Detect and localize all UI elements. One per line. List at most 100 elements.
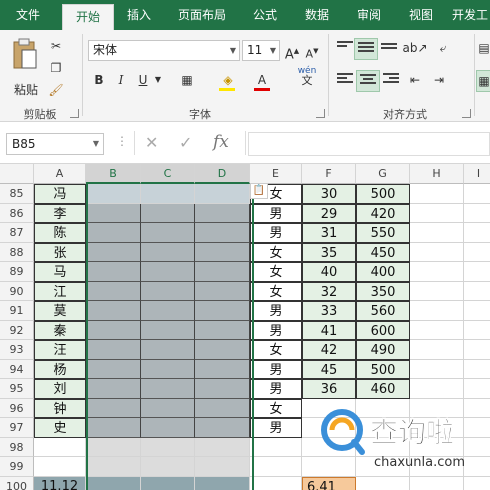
cell-f[interactable]: 33 <box>302 301 356 321</box>
cell-f[interactable]: 31 <box>302 223 356 243</box>
cell-g[interactable]: 450 <box>356 242 410 262</box>
tab-data[interactable]: 数据 <box>294 0 340 30</box>
cell-b[interactable] <box>86 437 141 457</box>
cell-h[interactable] <box>410 184 464 204</box>
bold-button[interactable]: B <box>90 70 108 90</box>
cell-d[interactable] <box>195 184 250 204</box>
cell-a[interactable]: 史 <box>34 418 86 438</box>
cell-d[interactable] <box>195 437 250 457</box>
cell-a[interactable] <box>34 457 86 477</box>
alignment-launcher-icon[interactable] <box>462 109 471 118</box>
cell-e[interactable] <box>250 457 302 477</box>
cell-c[interactable] <box>141 262 195 282</box>
cell-e[interactable]: 男 <box>250 379 302 399</box>
cell-b[interactable] <box>86 223 141 243</box>
cell-b[interactable] <box>86 301 141 321</box>
cancel-icon[interactable]: ✕ <box>145 133 158 152</box>
cell-e[interactable]: 男 <box>250 320 302 340</box>
cell-g[interactable]: 550 <box>356 223 410 243</box>
column-header-f[interactable]: F <box>302 164 356 184</box>
row-header[interactable]: 89 <box>0 262 34 282</box>
cell-h[interactable] <box>410 262 464 282</box>
column-header-i[interactable]: I <box>464 164 490 184</box>
orientation-icon[interactable]: ab↗ <box>402 38 428 58</box>
cell-b[interactable] <box>86 184 141 204</box>
cell-e[interactable]: 女 <box>250 398 302 418</box>
cell-b[interactable] <box>86 418 141 438</box>
cell-e[interactable]: 男 <box>250 418 302 438</box>
cell-c[interactable] <box>141 457 195 477</box>
row-header[interactable]: 85 <box>0 184 34 204</box>
merge-center-icon[interactable]: ▦ <box>476 70 490 92</box>
cell-d[interactable] <box>195 457 250 477</box>
row-header[interactable]: 87 <box>0 223 34 243</box>
paste-button[interactable] <box>8 36 42 76</box>
cell-f[interactable]: 42 <box>302 340 356 360</box>
align-center-icon[interactable] <box>356 70 380 92</box>
align-right-icon[interactable] <box>380 70 402 90</box>
cell-c[interactable] <box>141 301 195 321</box>
italic-button[interactable]: I <box>112 70 130 90</box>
cell-f[interactable]: 35 <box>302 242 356 262</box>
cell-c[interactable] <box>141 398 195 418</box>
cell-d[interactable] <box>195 476 250 490</box>
cell-d[interactable] <box>195 320 250 340</box>
cell-a[interactable]: 刘 <box>34 379 86 399</box>
font-size-dropdown[interactable]: 11 ▼ <box>242 40 280 61</box>
cell-g[interactable]: 460 <box>356 379 410 399</box>
top-align-icon[interactable] <box>334 38 356 58</box>
decrease-indent-icon[interactable]: ⇤ <box>404 70 426 90</box>
cell-i[interactable] <box>464 379 490 399</box>
tab-page-layout[interactable]: 页面布局 <box>168 0 236 30</box>
format-painter-icon[interactable]: 🖌 <box>46 80 66 100</box>
middle-align-icon[interactable] <box>354 38 378 60</box>
bottom-align-icon[interactable] <box>378 38 400 58</box>
chevron-down-icon[interactable]: ▼ <box>152 70 164 90</box>
cell-e[interactable]: 男 <box>250 203 302 223</box>
cell-g[interactable]: 490 <box>356 340 410 360</box>
cell-f[interactable]: 41 <box>302 320 356 340</box>
cell-h[interactable] <box>410 223 464 243</box>
column-header-a[interactable]: A <box>34 164 86 184</box>
general-format-icon[interactable]: ▤ <box>478 38 490 58</box>
wrap-text-icon[interactable]: ⤶ <box>432 38 454 58</box>
row-header[interactable]: 86 <box>0 203 34 223</box>
paste-options-icon[interactable]: 📋 <box>250 183 268 199</box>
cell-e[interactable]: 男 <box>250 359 302 379</box>
row-header[interactable]: 97 <box>0 418 34 438</box>
cell-a[interactable]: 秦 <box>34 320 86 340</box>
cell-a[interactable]: 11.12 <box>34 476 86 490</box>
cell-c[interactable] <box>141 184 195 204</box>
copy-icon[interactable]: ❐ <box>46 58 66 78</box>
row-header[interactable]: 99 <box>0 457 34 477</box>
font-color-button[interactable]: A <box>252 70 272 91</box>
cell-i[interactable] <box>464 477 490 490</box>
increase-indent-icon[interactable]: ⇥ <box>428 70 450 90</box>
row-header[interactable]: 96 <box>0 398 34 418</box>
tab-view[interactable]: 视图 <box>398 0 444 30</box>
row-header[interactable]: 91 <box>0 301 34 321</box>
cell-e[interactable]: 女 <box>250 340 302 360</box>
font-launcher-icon[interactable] <box>316 109 325 118</box>
cell-a[interactable]: 李 <box>34 203 86 223</box>
cell-c[interactable] <box>141 223 195 243</box>
cell-f[interactable]: 6.41 <box>302 476 356 490</box>
cell-g[interactable]: 600 <box>356 320 410 340</box>
cell-b[interactable] <box>86 262 141 282</box>
cell-d[interactable] <box>195 203 250 223</box>
column-header-e[interactable]: E <box>250 164 302 184</box>
column-header-c[interactable]: C <box>141 164 195 184</box>
select-all-corner[interactable] <box>0 164 34 184</box>
cell-a[interactable]: 杨 <box>34 359 86 379</box>
cell-c[interactable] <box>141 340 195 360</box>
cell-g[interactable]: 350 <box>356 281 410 301</box>
column-header-d[interactable]: D <box>195 164 250 184</box>
cell-h[interactable] <box>410 281 464 301</box>
cell-b[interactable] <box>86 457 141 477</box>
cell-c[interactable] <box>141 320 195 340</box>
tab-file[interactable]: 文件 <box>0 0 56 30</box>
cell-i[interactable] <box>464 282 490 301</box>
cell-c[interactable] <box>141 281 195 301</box>
cell-h[interactable] <box>410 340 464 360</box>
cell-c[interactable] <box>141 359 195 379</box>
